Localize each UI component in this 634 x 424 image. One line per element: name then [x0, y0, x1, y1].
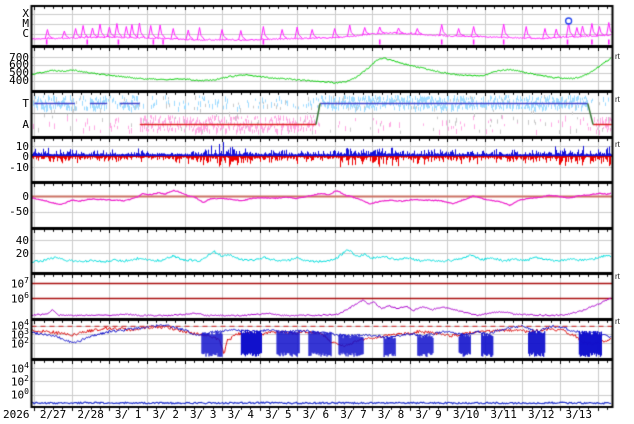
x-tick-label: 3/ 8 — [377, 408, 405, 421]
y-tick-label-proton-flux: 104 — [10, 360, 29, 376]
realtime-data-label: rt — [615, 317, 620, 326]
x-tick-label: 3/ 3 — [190, 408, 217, 421]
x-tick-label: 2/28 — [77, 408, 104, 421]
x-tick-label: 3/ 2 — [152, 408, 179, 421]
solar-terrestrial-activity-plot: 2026 X M C 700 600 500 400 T A 10 0 -10 0 -50 40 20 107 1… — [0, 0, 634, 424]
y-tick-label-bz: -10 — [9, 160, 29, 174]
x-tick-label: 3/ 1 — [114, 408, 142, 421]
x-tick-label: 3/13 — [565, 408, 593, 421]
x-tick-label: 3/ 4 — [227, 408, 255, 421]
year-label: 2026 — [3, 408, 30, 421]
x-tick-label: 3/ 7 — [340, 408, 367, 421]
y-tick-label-imf-sector: A — [22, 117, 29, 131]
y-tick-label-electron-flux: 107 — [10, 276, 29, 291]
y-tick-label-proton-flux: 102 — [10, 373, 29, 389]
y-tick-label-xray-flux: C — [22, 27, 29, 40]
y-tick-label-proton-flux: 100 — [10, 387, 29, 402]
x-tick-label: 3/12 — [527, 408, 555, 421]
y-tick-label-imf-sector: T — [22, 96, 29, 110]
y-tick-label-solar-wind-speed: 400 — [9, 74, 29, 87]
x-tick-label: 3/10 — [452, 408, 480, 421]
y-tick-label-dst: 0 — [22, 190, 29, 203]
realtime-data-label: rt — [615, 272, 620, 281]
x-tick-label: 3/11 — [490, 408, 517, 421]
chart-canvas — [0, 0, 634, 424]
realtime-data-label: rt — [615, 52, 620, 61]
y-tick-label-solar-wind-density: 20 — [15, 246, 29, 260]
y-tick-label-cosmic-ray-proton: 102 — [10, 335, 29, 351]
x-tick-label: 3/ 6 — [302, 408, 330, 421]
y-tick-label-solar-wind-density: 40 — [15, 233, 29, 247]
realtime-data-label: rt — [615, 95, 620, 104]
x-tick-label: 3/ 5 — [265, 408, 292, 421]
y-tick-label-electron-flux: 106 — [10, 291, 29, 306]
x-tick-label: 3/ 9 — [415, 408, 442, 421]
y-tick-label-dst: -50 — [9, 205, 29, 218]
realtime-data-label: rt — [615, 140, 620, 149]
x-tick-label: 2/27 — [39, 408, 67, 421]
